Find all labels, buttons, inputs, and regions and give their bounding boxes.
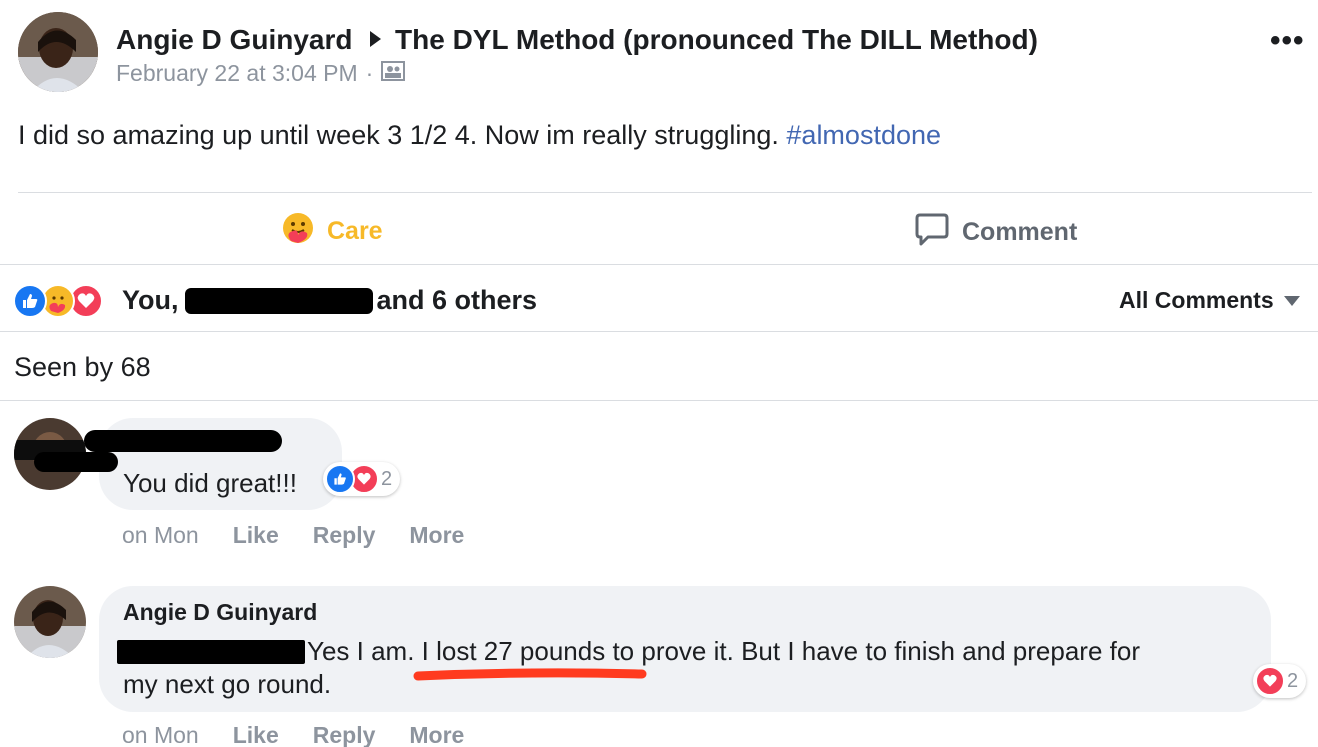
annotation-underline — [413, 668, 647, 681]
hashtag-link[interactable]: #almostdone — [786, 120, 941, 150]
post-text: I did so amazing up until week 3 1/2 4. … — [18, 120, 779, 150]
all-comments-dropdown[interactable]: All Comments — [1119, 287, 1300, 314]
comment-reaction-count[interactable]: 2 — [323, 462, 401, 496]
post-body: I did so amazing up until week 3 1/2 4. … — [18, 120, 941, 151]
reaction-count: 2 — [1287, 669, 1299, 692]
all-comments-label: All Comments — [1119, 287, 1274, 313]
comment-bubble-icon — [914, 211, 950, 254]
love-icon — [1255, 666, 1285, 696]
post-options-icon[interactable]: ••• — [1270, 24, 1305, 58]
like-button[interactable]: Like — [233, 522, 279, 549]
care-icon — [281, 211, 315, 252]
reactors-suffix: and 6 others — [376, 285, 538, 315]
arrow-right-icon — [370, 31, 382, 47]
more-button[interactable]: More — [409, 722, 464, 747]
seen-by[interactable]: Seen by 68 — [14, 352, 151, 383]
redacted-name — [184, 287, 373, 314]
comment-text-line: Yes I am. I lost 27 pounds to prove it. … — [117, 636, 1140, 667]
reactors-prefix: You, — [122, 285, 179, 315]
comment-actions: on Mon Like Reply More — [122, 522, 464, 549]
meta-separator: · — [365, 60, 374, 86]
caret-down-icon — [1283, 295, 1300, 306]
audience-group-icon — [381, 60, 406, 87]
author-avatar[interactable] — [18, 12, 98, 92]
post-meta: February 22 at 3:04 PM · — [116, 60, 406, 87]
like-button[interactable]: Like — [233, 722, 279, 747]
comment-button[interactable]: Comment — [914, 211, 1077, 254]
comment-actions: on Mon Like Reply More — [122, 722, 464, 747]
comment-time[interactable]: on Mon — [122, 722, 199, 747]
reactions-divider — [0, 331, 1318, 332]
comment-author[interactable]: Angie D Guinyard — [123, 599, 317, 626]
commenter-avatar[interactable] — [14, 586, 86, 658]
post-timestamp[interactable]: February 22 at 3:04 PM — [116, 60, 358, 87]
redacted-block — [34, 452, 118, 472]
post-header-title: Angie D Guinyard The DYL Method (pronoun… — [116, 24, 1038, 56]
group-name-link[interactable]: The DYL Method (pronounced The DILL Meth… — [395, 24, 1038, 55]
reactors-summary[interactable]: You, and 6 others — [122, 285, 537, 316]
like-icon — [13, 284, 47, 318]
seen-divider — [0, 400, 1318, 401]
post-divider — [18, 192, 1312, 193]
care-button[interactable]: Care — [281, 211, 383, 252]
comment-label: Comment — [962, 218, 1078, 246]
comment-text: Yes I am. I lost 27 pounds to prove it. … — [307, 636, 1140, 666]
comment-time[interactable]: on Mon — [122, 522, 199, 549]
comment-text: You did great!!! — [123, 468, 297, 498]
redacted-commenter-name — [84, 430, 282, 452]
redacted-mention — [117, 639, 305, 664]
reaction-icons[interactable] — [13, 284, 103, 318]
author-name-link[interactable]: Angie D Guinyard — [116, 24, 352, 55]
comment-text-continued: my next go round. — [123, 669, 332, 699]
reply-button[interactable]: Reply — [313, 522, 376, 549]
actions-divider — [0, 264, 1318, 265]
reply-button[interactable]: Reply — [313, 722, 376, 747]
more-button[interactable]: More — [409, 522, 464, 549]
care-label: Care — [327, 217, 383, 245]
reaction-count: 2 — [381, 467, 393, 490]
comment-reaction-count[interactable]: 2 — [1253, 664, 1307, 698]
like-icon — [325, 464, 355, 494]
